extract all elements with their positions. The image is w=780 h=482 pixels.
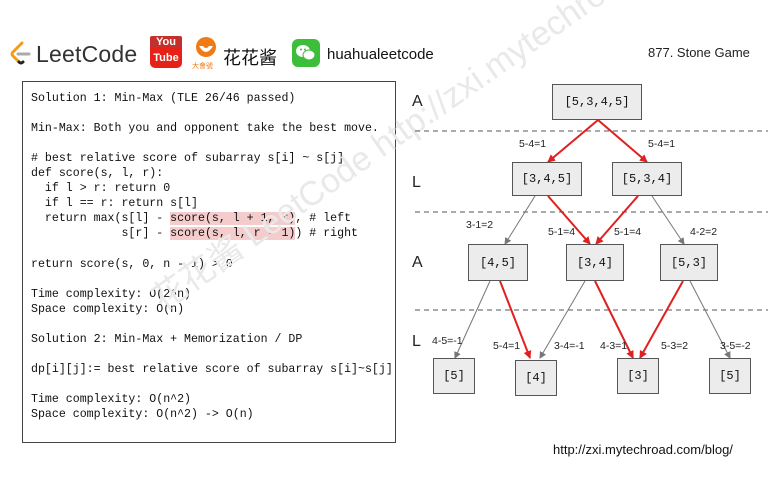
tree-node-leaf: [5] [433, 358, 475, 394]
edge-score-label: 5-3=2 [661, 340, 689, 352]
edge-score-label: 4-3=1 [600, 340, 628, 352]
best-move-edge [597, 119, 648, 163]
tree-node-level2: [3,4] [566, 244, 624, 281]
tree-node-level2: [4,5] [468, 244, 528, 281]
tree-node-root: [5,3,4,5] [552, 84, 642, 120]
tree-node-leaf: [4] [515, 360, 557, 396]
move-edge [504, 195, 536, 245]
edge-score-label: 5-1=4 [614, 226, 642, 238]
level-label-lee: L [412, 333, 421, 350]
tree-node-level2: [5,3] [660, 244, 718, 281]
best-move-edge [547, 119, 599, 163]
edge-score-label: 3-4=-1 [554, 340, 585, 352]
edge-score-label: 3-1=2 [466, 219, 494, 231]
level-label-lee: L [412, 174, 421, 191]
tree-node-leaf: [5] [709, 358, 751, 394]
level-label-alex: A [412, 254, 423, 271]
game-tree-edges [415, 119, 768, 359]
edge-score-label: 3-5=-2 [720, 340, 751, 352]
edge-score-label: 4-5=-1 [432, 335, 463, 347]
edge-score-label: 5-1=4 [548, 226, 576, 238]
tree-node-level1: [5,3,4] [612, 162, 682, 196]
blog-url: http://zxi.mytechroad.com/blog/ [553, 442, 733, 457]
edge-score-label: 5-4=1 [648, 138, 676, 150]
edge-score-label: 5-4=1 [519, 138, 547, 150]
tree-node-leaf: [3] [617, 358, 659, 394]
edge-score-label: 4-2=2 [690, 226, 718, 238]
move-edge [651, 195, 685, 245]
tree-node-level1: [3,4,5] [512, 162, 582, 196]
edge-score-label: 5-4=1 [493, 340, 521, 352]
level-label-alex: A [412, 93, 423, 110]
